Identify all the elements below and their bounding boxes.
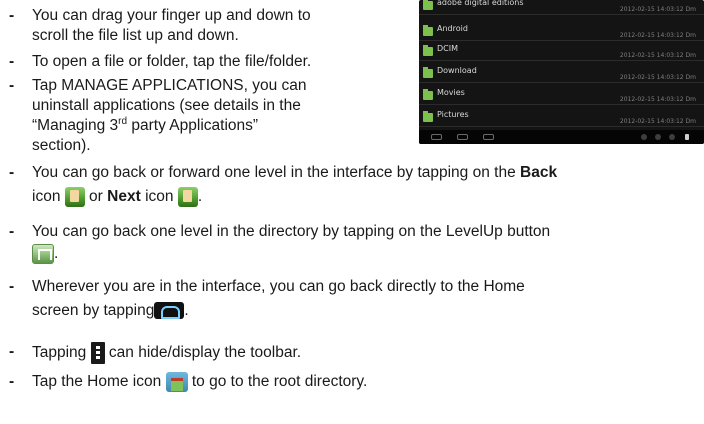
- folder-icon: [423, 111, 433, 122]
- file-date: 2012-02-15 14:03:12 Dm: [619, 96, 696, 103]
- home-nav-icon: [154, 302, 185, 320]
- bullet-dash: -: [9, 223, 15, 240]
- bullet-dash: -: [9, 77, 15, 94]
- recent-apps-icon: [483, 134, 494, 140]
- file-date: 2012-02-15 14:03:12 Dm: [619, 32, 696, 39]
- bullet-text: Tap the Home icon to go to the root dire…: [32, 372, 367, 392]
- bullet-dash: -: [9, 343, 15, 360]
- bullet-dash: -: [9, 7, 15, 24]
- levelup-icon: [32, 244, 54, 264]
- file-date: 2012-02-15 14:03:12 Dm: [619, 118, 696, 125]
- status-icon: [669, 134, 675, 140]
- bullet-text-part: or: [84, 188, 108, 206]
- bullet-dash: -: [9, 373, 15, 390]
- file-row: adobe digital editions 2012-02-15 14:03:…: [419, 0, 704, 15]
- status-icon: [641, 134, 647, 140]
- bullet-text-part: Tap the Home icon: [32, 373, 166, 391]
- file-manager-screenshot: adobe digital editions 2012-02-15 14:03:…: [419, 0, 704, 144]
- file-name: Movies: [437, 88, 465, 97]
- bullet-text: To open a file or folder, tap the file/f…: [32, 53, 312, 70]
- next-icon: [177, 187, 198, 207]
- bullet-text-part: Tapping: [32, 344, 91, 362]
- home-root-icon: [165, 372, 188, 392]
- menu-icon: [90, 342, 105, 364]
- bullet-dash: -: [9, 53, 15, 70]
- bullet-text-part: .: [54, 245, 59, 263]
- bullet-text-part: “Managing 3: [32, 117, 119, 134]
- file-row: DCIM 2012-02-15 14:03:12 Dm: [419, 43, 704, 61]
- bullet-text: You can go back or forward one level in …: [32, 163, 557, 183]
- bullet-dash: -: [9, 278, 15, 295]
- file-date: 2012-02-15 14:03:12 Dm: [619, 74, 696, 81]
- bullet-text: Wherever you are in the interface, you c…: [32, 278, 525, 295]
- file-row: Download 2012-02-15 14:03:12 Dm: [419, 65, 704, 83]
- status-icon: [655, 134, 661, 140]
- bullet-text: .: [32, 244, 550, 264]
- bullet-text: screen by tapping.: [32, 301, 525, 321]
- folder-icon: [423, 0, 433, 10]
- bullet-text: scroll the file list up and down.: [32, 27, 239, 44]
- bullet-text-part: to go to the root directory.: [187, 373, 368, 391]
- file-name: adobe digital editions: [437, 0, 524, 7]
- folder-icon: [423, 25, 433, 36]
- bullet-text-part: screen by tapping: [32, 302, 155, 319]
- bullet-text-part: .: [184, 302, 189, 319]
- back-nav-icon: [431, 134, 442, 140]
- bullet-text: You can drag your finger up and down to: [32, 7, 311, 24]
- bullet-text: “Managing 3rd party Applications”: [32, 116, 307, 136]
- bullet-text: icon or Next icon .: [32, 187, 557, 207]
- bullet-text-part: icon: [32, 188, 65, 206]
- bullet-text-part: icon: [140, 188, 178, 206]
- file-name: Pictures: [437, 110, 469, 119]
- bullet-text-part: .: [197, 188, 203, 206]
- file-date: 2012-02-15 14:03:12 Dm: [619, 52, 696, 59]
- file-row: Android 2012-02-15 14:03:12 Dm: [419, 23, 704, 41]
- next-label: Next: [107, 188, 141, 206]
- file-row: Movies 2012-02-15 14:03:12 Dm: [419, 87, 704, 105]
- bullet-text: You can go back one level in the directo…: [32, 223, 551, 240]
- file-name: Android: [437, 24, 468, 33]
- back-label: Back: [520, 164, 558, 181]
- back-icon: [64, 187, 85, 207]
- bullet-text: uninstall applications (see details in t…: [32, 97, 301, 114]
- battery-icon: [685, 134, 689, 140]
- folder-icon: [423, 67, 433, 78]
- bullet-text: Tapping can hide/display the toolbar.: [32, 342, 302, 364]
- bullet-text: Tap MANAGE APPLICATIONS, you can: [32, 77, 307, 94]
- bullet-text-part: You can go back or forward one level in …: [32, 164, 521, 181]
- file-date: 2012-02-15 14:03:12 Dm: [619, 6, 696, 13]
- file-name: DCIM: [437, 44, 459, 53]
- file-name: Download: [437, 66, 477, 75]
- bullet-text-part: can hide/display the toolbar.: [104, 344, 302, 362]
- folder-icon: [423, 45, 433, 56]
- folder-icon: [423, 89, 433, 100]
- android-navbar: [419, 130, 704, 144]
- file-row: Pictures 2012-02-15 14:03:12 Dm: [419, 109, 704, 127]
- bullet-dash: -: [9, 164, 15, 181]
- home-nav-small-icon: [457, 134, 468, 140]
- bullet-text: section).: [32, 137, 91, 154]
- bullet-text-part: party Applications”: [127, 117, 259, 134]
- superscript: rd: [118, 115, 128, 127]
